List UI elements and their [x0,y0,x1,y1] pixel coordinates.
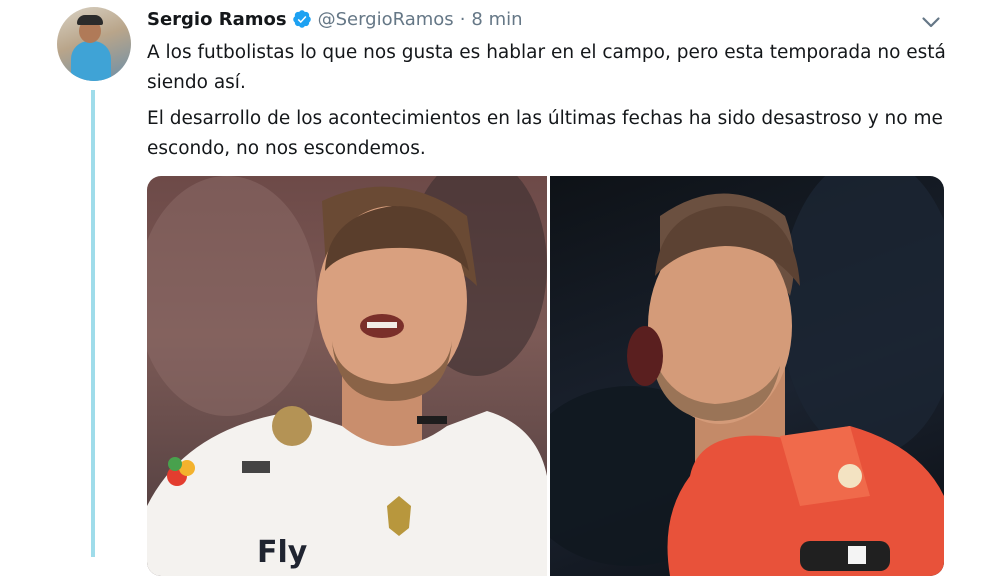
tweet-paragraph-2: El desarrollo de los acontecimientos en … [147,108,943,159]
avatar[interactable] [57,7,131,81]
tweet-header: Sergio Ramos @SergioRamos · 8 min [147,6,523,32]
tweet-timestamp[interactable]: 8 min [471,9,522,30]
player-orange-kit-illustration [550,176,944,576]
thread-line [91,90,95,557]
tweet-text: A los futbolistas lo que nos gusta es ha… [147,38,957,170]
author-name[interactable]: Sergio Ramos [147,9,287,30]
separator-dot: · [459,8,466,30]
shirt-text: Fly [257,535,308,570]
tweet-photo-right[interactable] [550,176,944,576]
verified-badge-icon [292,10,311,28]
avatar-cap [77,15,103,25]
tweet-photo-left[interactable]: Fly [147,176,547,576]
tweet-media: Fly [147,176,944,576]
tweet-paragraph-1: A los futbolistas lo que nos gusta es ha… [147,42,946,93]
avatar-shirt [71,41,111,81]
author-handle[interactable]: @SergioRamos [318,9,454,30]
chevron-down-icon[interactable] [919,10,943,34]
player-white-kit-illustration: Fly [147,176,547,576]
